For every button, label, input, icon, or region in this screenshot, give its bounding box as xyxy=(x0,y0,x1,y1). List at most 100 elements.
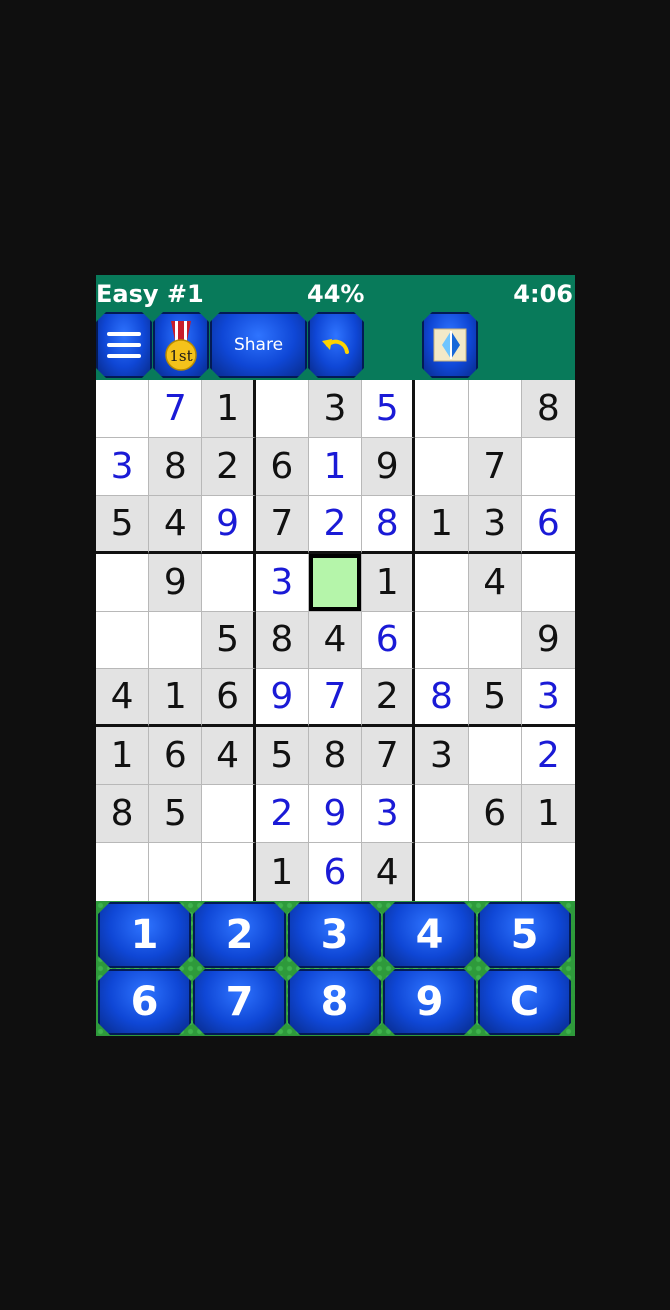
board-cell[interactable]: 8 xyxy=(96,785,150,844)
board-cell[interactable]: 9 xyxy=(362,437,416,496)
board-cell[interactable]: 8 xyxy=(308,727,363,786)
board-cell[interactable]: 3 xyxy=(415,727,469,786)
board-cell[interactable]: 7 xyxy=(308,669,363,728)
sudoku-board: 7135838261975497281369314584694169728531… xyxy=(96,380,575,901)
number-key-9[interactable]: 9 xyxy=(383,969,476,1035)
board-cell[interactable]: 4 xyxy=(362,843,416,901)
board-cell[interactable]: 5 xyxy=(255,727,309,786)
board-cell[interactable]: 6 xyxy=(521,495,575,554)
board-cell[interactable]: 1 xyxy=(362,553,416,612)
undo-button[interactable] xyxy=(308,312,364,378)
board-cell[interactable] xyxy=(96,553,150,612)
board-cell[interactable] xyxy=(202,785,256,844)
board-cell[interactable]: 9 xyxy=(149,553,203,612)
board-cell[interactable]: 4 xyxy=(468,553,522,612)
board-cell[interactable]: 5 xyxy=(96,495,150,554)
board-cell[interactable]: 3 xyxy=(362,785,416,844)
board-cell[interactable]: 5 xyxy=(468,669,522,728)
board-cell[interactable] xyxy=(149,611,203,670)
board-cell[interactable] xyxy=(415,611,469,670)
achievements-button[interactable]: 1st xyxy=(153,312,209,378)
number-key-8[interactable]: 8 xyxy=(288,969,381,1035)
board-cell[interactable]: 1 xyxy=(521,785,575,844)
board-cell[interactable] xyxy=(415,380,469,438)
board-cell[interactable]: 7 xyxy=(468,437,522,496)
board-cell[interactable]: 4 xyxy=(308,611,363,670)
board-cell[interactable]: 8 xyxy=(149,437,203,496)
board-cell[interactable]: 1 xyxy=(149,669,203,728)
board-cell[interactable]: 5 xyxy=(149,785,203,844)
board-cell[interactable]: 6 xyxy=(308,843,363,901)
board-cell[interactable]: 7 xyxy=(255,495,309,554)
number-key-4[interactable]: 4 xyxy=(383,902,476,968)
board-cell[interactable]: 3 xyxy=(255,553,309,612)
clear-key[interactable]: C xyxy=(478,969,571,1035)
board-cell[interactable]: 2 xyxy=(202,437,256,496)
board-cell[interactable]: 1 xyxy=(96,727,150,786)
board-cell[interactable]: 9 xyxy=(202,495,256,554)
menu-button[interactable] xyxy=(96,312,152,378)
board-cell[interactable]: 4 xyxy=(202,727,256,786)
board-cell[interactable] xyxy=(202,843,256,901)
board-cell[interactable]: 9 xyxy=(255,669,309,728)
board-cell[interactable] xyxy=(468,380,522,438)
board-cell[interactable] xyxy=(255,380,309,438)
board-cell[interactable] xyxy=(521,843,575,901)
board-cell[interactable]: 8 xyxy=(362,495,416,554)
board-cell[interactable] xyxy=(468,727,522,786)
board-cell[interactable] xyxy=(415,785,469,844)
number-key-3[interactable]: 3 xyxy=(288,902,381,968)
board-cell[interactable]: 5 xyxy=(202,611,256,670)
progress-percent: 44% xyxy=(307,280,365,308)
board-cell[interactable] xyxy=(415,843,469,901)
board-cell[interactable]: 4 xyxy=(96,669,150,728)
board-cell[interactable] xyxy=(149,843,203,901)
board-cell[interactable]: 6 xyxy=(202,669,256,728)
board-cell[interactable]: 4 xyxy=(149,495,203,554)
board-cell[interactable]: 1 xyxy=(415,495,469,554)
board-cell[interactable]: 5 xyxy=(362,380,416,438)
board-cell[interactable]: 9 xyxy=(521,611,575,670)
board-cell[interactable]: 8 xyxy=(415,669,469,728)
board-cell[interactable] xyxy=(96,380,150,438)
board-cell[interactable]: 3 xyxy=(468,495,522,554)
board-cell[interactable]: 2 xyxy=(362,669,416,728)
undo-arrow-icon xyxy=(319,333,353,357)
board-cell[interactable]: 7 xyxy=(149,380,203,438)
board-cell[interactable] xyxy=(308,553,363,612)
share-button[interactable]: Share xyxy=(210,312,307,378)
board-cell[interactable] xyxy=(521,437,575,496)
board-cell[interactable] xyxy=(96,843,150,901)
board-cell[interactable]: 1 xyxy=(255,843,309,901)
board-cell[interactable]: 9 xyxy=(308,785,363,844)
number-key-2[interactable]: 2 xyxy=(193,902,286,968)
board-cell[interactable] xyxy=(521,553,575,612)
board-cell[interactable]: 2 xyxy=(308,495,363,554)
board-cell[interactable]: 6 xyxy=(149,727,203,786)
board-cell[interactable]: 3 xyxy=(96,437,150,496)
board-cell[interactable]: 6 xyxy=(255,437,309,496)
board-cell[interactable]: 6 xyxy=(468,785,522,844)
medal-label: 1st xyxy=(169,347,192,365)
board-cell[interactable]: 3 xyxy=(521,669,575,728)
board-cell[interactable]: 7 xyxy=(362,727,416,786)
board-cell[interactable] xyxy=(415,553,469,612)
board-cell[interactable]: 8 xyxy=(255,611,309,670)
board-cell[interactable]: 1 xyxy=(308,437,363,496)
board-cell[interactable] xyxy=(96,611,150,670)
number-key-1[interactable]: 1 xyxy=(98,902,191,968)
board-cell[interactable] xyxy=(202,553,256,612)
board-cell[interactable] xyxy=(415,437,469,496)
number-key-7[interactable]: 7 xyxy=(193,969,286,1035)
board-cell[interactable]: 8 xyxy=(521,380,575,438)
number-key-5[interactable]: 5 xyxy=(478,902,571,968)
number-key-6[interactable]: 6 xyxy=(98,969,191,1035)
board-cell[interactable]: 2 xyxy=(255,785,309,844)
board-cell[interactable] xyxy=(468,843,522,901)
board-cell[interactable]: 6 xyxy=(362,611,416,670)
board-cell[interactable]: 1 xyxy=(202,380,256,438)
hint-button[interactable] xyxy=(422,312,478,378)
board-cell[interactable]: 2 xyxy=(521,727,575,786)
board-cell[interactable]: 3 xyxy=(308,380,363,438)
board-cell[interactable] xyxy=(468,611,522,670)
